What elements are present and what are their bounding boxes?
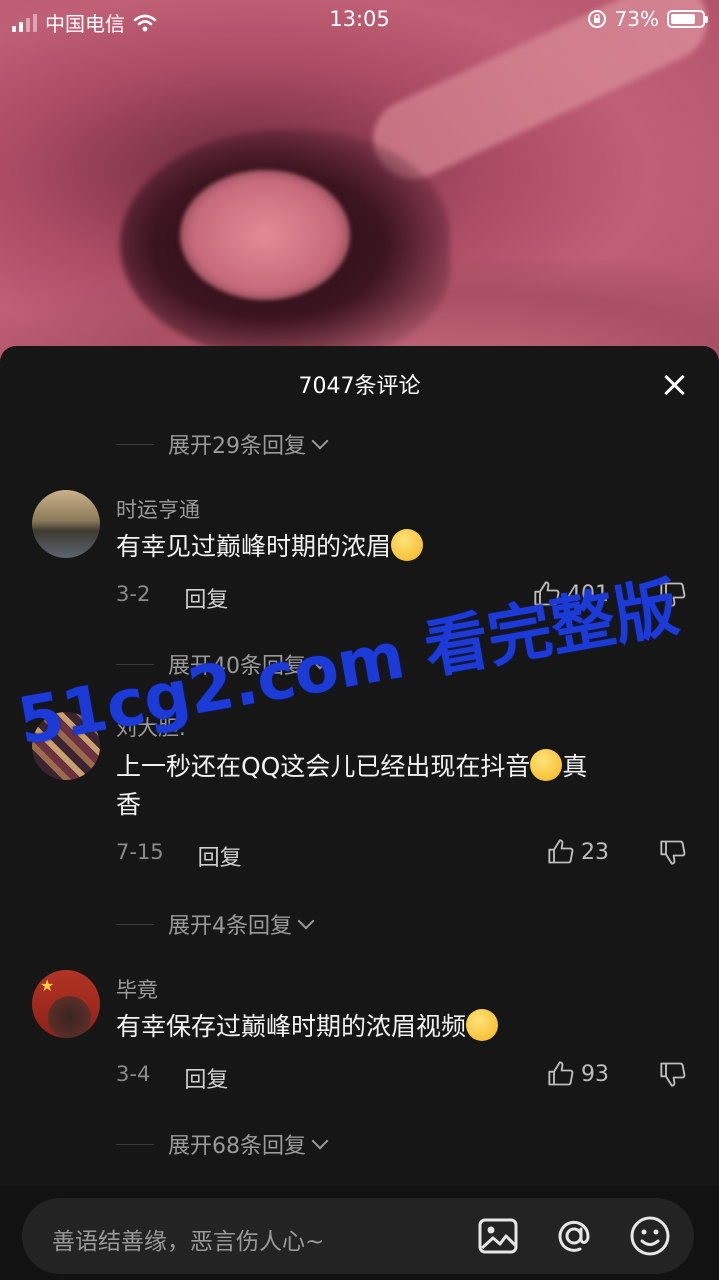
- comment-text: 有幸见过巅峰时期的浓眉: [116, 532, 392, 561]
- thumbs-down-icon: [660, 840, 686, 865]
- expand-replies-label: 展开68条回复: [168, 1134, 306, 1159]
- comment-author[interactable]: 时运亨通: [116, 494, 200, 524]
- rotation-lock-icon: [587, 10, 606, 28]
- comment-text-row: 上一秒还在QQ这会儿已经出现在抖音 真 香: [116, 748, 686, 824]
- avatar[interactable]: [32, 490, 100, 558]
- expand-replies-button[interactable]: 展开29条回复: [116, 428, 329, 460]
- expand-replies-label: 展开4条回复: [168, 914, 292, 939]
- comment-text: 上一秒还在QQ这会儿已经出现在抖音: [116, 752, 531, 781]
- expand-replies-label: 展开29条回复: [168, 434, 306, 459]
- reply-button[interactable]: 回复: [198, 840, 242, 872]
- video-face: [180, 170, 350, 300]
- comment-text-row: 有幸保存过巅峰时期的浓眉视频: [116, 1008, 686, 1046]
- battery-icon: [667, 10, 708, 28]
- comment-text-row: 有幸见过巅峰时期的浓眉: [116, 528, 686, 566]
- comment-author[interactable]: 毕竟: [116, 974, 158, 1004]
- expand-replies-button[interactable]: 展开4条回复: [116, 908, 315, 940]
- like-count: 93: [581, 1061, 609, 1087]
- avatar[interactable]: [32, 712, 100, 780]
- comment-input[interactable]: 善语结善缘，恶言伤人心~: [22, 1198, 694, 1274]
- smirk-emoji-icon: [391, 529, 424, 561]
- thumbs-down-icon: [660, 582, 686, 607]
- comment-text: 有幸保存过巅峰时期的浓眉视频: [116, 1012, 467, 1041]
- crying-emoji-icon: [530, 749, 563, 781]
- reply-button[interactable]: 回复: [184, 582, 228, 614]
- chevron-down-icon: [297, 912, 315, 930]
- input-placeholder: 善语结善缘，恶言伤人心~: [52, 1229, 325, 1255]
- like-button[interactable]: 93: [547, 1060, 609, 1088]
- thumbs-down-icon: [660, 1062, 686, 1087]
- pleading-emoji-icon: [466, 1009, 499, 1041]
- avatar[interactable]: ★: [32, 970, 100, 1038]
- comment-date: 7-15: [116, 840, 164, 864]
- mention-icon[interactable]: [552, 1214, 596, 1258]
- battery-percent: 73%: [614, 7, 659, 31]
- emoji-icon[interactable]: [628, 1214, 672, 1258]
- like-button[interactable]: 23: [547, 838, 609, 866]
- divider-line: [116, 443, 154, 445]
- dislike-button[interactable]: [659, 1060, 687, 1092]
- star-icon: ★: [40, 976, 55, 995]
- expand-replies-button[interactable]: 展开40条回复: [116, 648, 329, 680]
- comments-title: 7047条评论: [298, 374, 421, 399]
- comment-author[interactable]: 刘大胆.: [116, 712, 186, 742]
- reply-button[interactable]: 回复: [184, 1062, 228, 1094]
- dislike-button[interactable]: [659, 838, 687, 870]
- dislike-button[interactable]: [659, 580, 687, 612]
- chevron-down-icon: [311, 1132, 329, 1150]
- like-count: 23: [581, 839, 609, 865]
- comment-input-bar: 善语结善缘，恶言伤人心~: [0, 1186, 719, 1280]
- expand-replies-label: 展开40条回复: [168, 654, 306, 679]
- comment-text-line2: 香: [116, 790, 142, 819]
- comment-meta: 7-15 回复: [116, 840, 242, 872]
- status-bar: 中国电信 13:05 73%: [0, 0, 719, 40]
- thumbs-up-icon: [534, 581, 560, 606]
- comment-meta: 3-2 回复: [116, 582, 228, 614]
- like-count: 401: [567, 581, 609, 607]
- chevron-down-icon: [311, 652, 329, 670]
- image-icon[interactable]: [476, 1214, 520, 1258]
- close-icon[interactable]: [659, 370, 689, 400]
- thumbs-up-icon: [548, 1061, 574, 1086]
- video-background[interactable]: [0, 0, 719, 400]
- divider-line: [116, 663, 154, 665]
- like-button[interactable]: 401: [533, 580, 609, 608]
- comment-meta: 3-4 回复: [116, 1062, 228, 1094]
- divider-line: [116, 1143, 154, 1145]
- comment-date: 3-2: [116, 582, 151, 606]
- comments-sheet: 7047条评论 展开29条回复 时运亨通 有幸见过巅峰时期的浓眉 3-2 回复 …: [0, 346, 719, 1280]
- chevron-down-icon: [311, 432, 329, 450]
- comment-text-tail: 真: [562, 752, 588, 781]
- comment-date: 3-4: [116, 1062, 151, 1086]
- expand-replies-button[interactable]: 展开68条回复: [116, 1128, 329, 1160]
- status-right: 73%: [587, 7, 708, 31]
- thumbs-up-icon: [548, 839, 574, 864]
- divider-line: [116, 923, 154, 925]
